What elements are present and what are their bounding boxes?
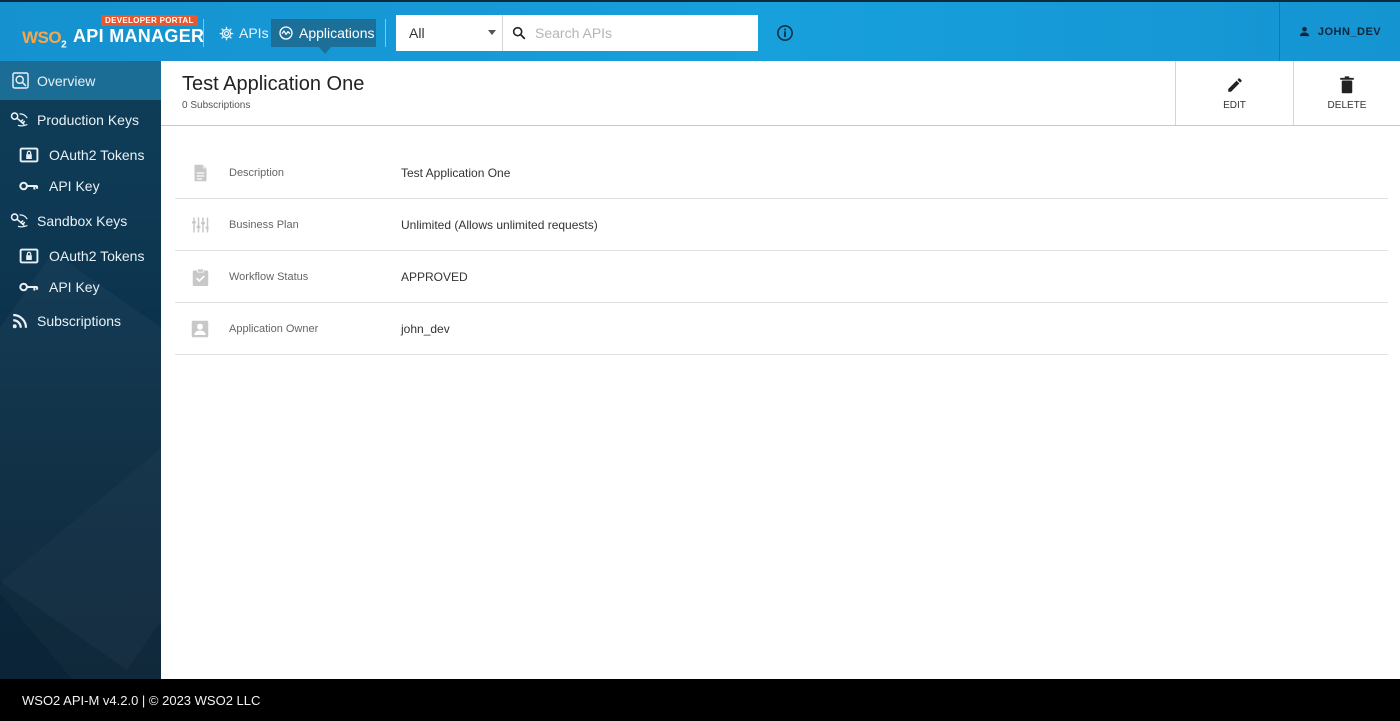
sidebar-item-production-api-key[interactable]: API Key — [0, 172, 161, 200]
description-icon — [191, 164, 209, 182]
subscription-count: 0 Subscriptions — [182, 100, 251, 111]
key-icon — [19, 176, 39, 196]
nav-apis-label: APIs — [239, 25, 269, 41]
detail-value: Test Application One — [401, 166, 511, 180]
detail-row-business-plan: Business Plan Unlimited (Allows unlimite… — [175, 199, 1388, 251]
edit-label: EDIT — [1223, 99, 1246, 111]
rss-icon — [10, 311, 30, 331]
detail-row-workflow-status: Workflow Status APPROVED — [175, 251, 1388, 303]
detail-value: Unlimited (Allows unlimited requests) — [401, 218, 598, 232]
lock-box-icon — [19, 246, 39, 266]
logo-product-name: API MANAGER — [73, 26, 205, 46]
edit-button[interactable]: EDIT — [1175, 61, 1293, 125]
sidebar-item-sandbox-keys[interactable]: Sandbox Keys — [0, 207, 161, 235]
developer-portal-badge: DEVELOPER PORTAL — [101, 15, 198, 26]
sidebar-item-sandbox-api-key[interactable]: API Key — [0, 273, 161, 301]
chevron-down-icon — [488, 30, 496, 35]
plan-sliders-icon — [191, 216, 209, 234]
key-icon — [19, 277, 39, 297]
footer: WSO2 API-M v4.2.0 | © 2023 WSO2 LLC — [0, 679, 1400, 721]
sidebar-item-production-oauth2-tokens[interactable]: OAuth2 Tokens — [0, 141, 161, 169]
sidebar-item-label: API Key — [49, 279, 100, 295]
detail-label: Business Plan — [229, 219, 299, 231]
delete-button[interactable]: DELETE — [1293, 61, 1400, 125]
header-divider — [385, 19, 386, 47]
search-bar — [502, 15, 758, 51]
sidebar-item-label: Sandbox Keys — [37, 213, 128, 229]
header-divider — [203, 19, 204, 47]
lock-box-icon — [19, 145, 39, 165]
gear-icon — [219, 26, 234, 40]
application-details: Description Test Application One Busines… — [175, 147, 1388, 355]
user-icon — [1299, 26, 1309, 37]
search-type-value: All — [409, 25, 425, 41]
wso2-logo[interactable]: DEVELOPER PORTAL WSO2 API MANAGER — [22, 14, 204, 54]
clipboard-check-icon — [191, 268, 209, 286]
owner-icon — [191, 320, 209, 338]
username: JOHN_DEV — [1317, 25, 1382, 38]
detail-value: APPROVED — [401, 270, 468, 284]
sidebar-item-overview[interactable]: Overview — [0, 61, 161, 100]
sidebar-item-subscriptions[interactable]: Subscriptions — [0, 307, 161, 335]
page-title: Test Application One — [182, 73, 365, 95]
detail-label: Workflow Status — [229, 271, 309, 283]
top-header: DEVELOPER PORTAL WSO2 API MANAGER APIs A… — [0, 0, 1400, 61]
sidebar-item-label: Production Keys — [37, 112, 139, 128]
detail-row-application-owner: Application Owner john_dev — [175, 303, 1388, 355]
application-header: Test Application One 0 Subscriptions EDI… — [161, 61, 1400, 126]
delete-label: DELETE — [1327, 99, 1367, 111]
sidebar-item-label: Overview — [37, 72, 96, 89]
detail-label: Application Owner — [229, 323, 319, 335]
search-type-select[interactable]: All — [396, 15, 502, 51]
applications-icon — [279, 26, 293, 40]
detail-value: john_dev — [401, 322, 450, 336]
sidebar-item-sandbox-oauth2-tokens[interactable]: OAuth2 Tokens — [0, 242, 161, 270]
footer-text: WSO2 API-M v4.2.0 | © 2023 WSO2 LLC — [22, 692, 261, 708]
user-menu-button[interactable]: JOHN_DEV — [1279, 2, 1400, 61]
detail-row-description: Description Test Application One — [175, 147, 1388, 199]
search-icon — [512, 26, 526, 40]
sidebar-item-label: OAuth2 Tokens — [49, 248, 145, 264]
logo-brand: WSO2 — [22, 28, 67, 51]
overview-search-icon — [10, 71, 30, 91]
keys-icon — [10, 211, 30, 231]
nav-apis-link[interactable]: APIs — [219, 22, 269, 44]
sidebar-item-label: OAuth2 Tokens — [49, 147, 145, 163]
nav-applications-label: Applications — [299, 25, 375, 41]
pencil-icon — [1227, 77, 1242, 92]
sidebar: Overview Production Keys OAuth2 Tokens A… — [0, 61, 161, 679]
detail-label: Description — [229, 167, 285, 179]
info-icon[interactable] — [776, 24, 794, 42]
active-nav-caret — [319, 47, 331, 54]
sidebar-item-label: Subscriptions — [37, 313, 122, 329]
keys-icon — [10, 110, 30, 130]
sidebar-item-production-keys[interactable]: Production Keys — [0, 106, 161, 134]
search-input[interactable] — [535, 25, 745, 41]
nav-applications-link[interactable]: Applications — [271, 19, 376, 54]
sidebar-item-label: API Key — [49, 178, 100, 194]
trash-icon — [1340, 75, 1354, 93]
